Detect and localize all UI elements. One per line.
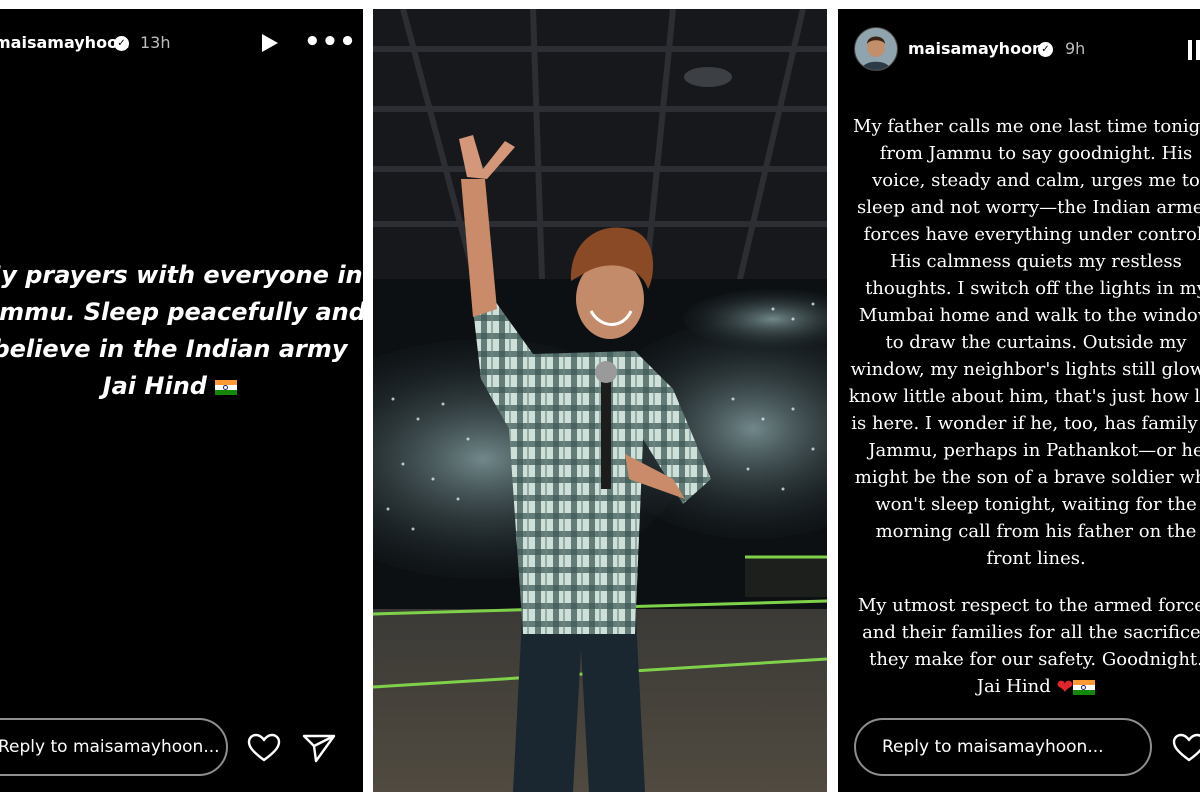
story-message: My prayers with everyone in Jammu. Sleep…: [0, 257, 363, 405]
message-line: from Jammu to say goodnight. His: [879, 143, 1193, 164]
reply-placeholder: Reply to maisamayhoon...: [882, 737, 1104, 757]
message-line: forces have everything under control.: [863, 224, 1200, 245]
message-line: My father calls me one last time tonight: [853, 116, 1200, 137]
message-line: sleep and not worry—the Indian armed: [857, 197, 1200, 218]
india-flag-icon: [215, 379, 238, 395]
message-line: is here. I wonder if he, too, has family…: [851, 413, 1200, 434]
story-header: maisamayhoon ✓ 9h: [838, 9, 1200, 75]
message-line: Jai Hind: [102, 372, 207, 400]
message-line: won't sleep tonight, waiting for the: [875, 494, 1197, 515]
message-line: they make for our safety. Goodnight.: [869, 649, 1200, 670]
message-line: Jammu, perhaps in Pathankot—or he: [868, 440, 1200, 461]
reply-input[interactable]: Reply to maisamayhoon...: [854, 718, 1152, 776]
send-icon[interactable]: [302, 733, 336, 763]
message-line: know little about him, that's just how l…: [848, 386, 1200, 407]
message-line: My prayers with everyone in: [0, 261, 363, 289]
message-line: to draw the curtains. Outside my: [885, 332, 1187, 353]
story-message: My father calls me one last time tonight…: [838, 113, 1200, 700]
verified-badge-icon: ✓: [1038, 42, 1053, 57]
comedian-on-stage-photo: [373, 9, 827, 792]
play-icon[interactable]: [262, 34, 278, 52]
message-line: His calmness quiets my restless: [890, 251, 1182, 272]
story-header: maisamayhoon ✓ 13h •••: [0, 9, 363, 75]
profile-picture: [855, 28, 897, 70]
pause-icon[interactable]: [1188, 40, 1200, 60]
story-photo-panel: [373, 9, 827, 792]
verified-badge-icon: ✓: [114, 36, 129, 51]
reply-input[interactable]: Reply to maisamayhoon...: [0, 718, 228, 776]
heart-icon[interactable]: [247, 733, 281, 763]
story-panel-left: maisamayhoon ✓ 13h ••• My prayers with e…: [0, 9, 363, 792]
message-line: voice, steady and calm, urges me to: [872, 170, 1200, 191]
post-time: 13h: [140, 33, 171, 52]
red-heart-emoji-icon: ❤: [1056, 674, 1074, 699]
message-line: thoughts. I switch off the lights in my: [865, 278, 1200, 299]
message-line: Jai Hind: [976, 676, 1051, 697]
message-line: believe in the Indian army: [0, 335, 348, 363]
post-time: 9h: [1065, 39, 1086, 58]
reply-placeholder: Reply to maisamayhoon...: [0, 737, 220, 757]
avatar[interactable]: [854, 27, 898, 71]
username[interactable]: maisamayhoon: [908, 39, 1043, 58]
more-icon[interactable]: •••: [304, 29, 357, 55]
message-line: might be the son of a brave soldier who: [854, 467, 1200, 488]
heart-icon[interactable]: [1172, 733, 1200, 763]
message-line: front lines.: [986, 548, 1086, 569]
message-line: My utmost respect to the armed forces: [857, 595, 1200, 616]
message-line: window, my neighbor's lights still glow.…: [850, 359, 1200, 380]
message-line: morning call from his father on the: [875, 521, 1197, 542]
message-line: Jammu. Sleep peacefully and: [0, 298, 363, 326]
username[interactable]: maisamayhoon: [0, 33, 129, 52]
india-flag-icon: [1073, 679, 1096, 695]
story-panel-right: maisamayhoon ✓ 9h My father calls me one…: [838, 9, 1200, 792]
message-line: Mumbai home and walk to the window: [858, 305, 1200, 326]
message-line: and their families for all the sacrifice…: [862, 622, 1200, 643]
